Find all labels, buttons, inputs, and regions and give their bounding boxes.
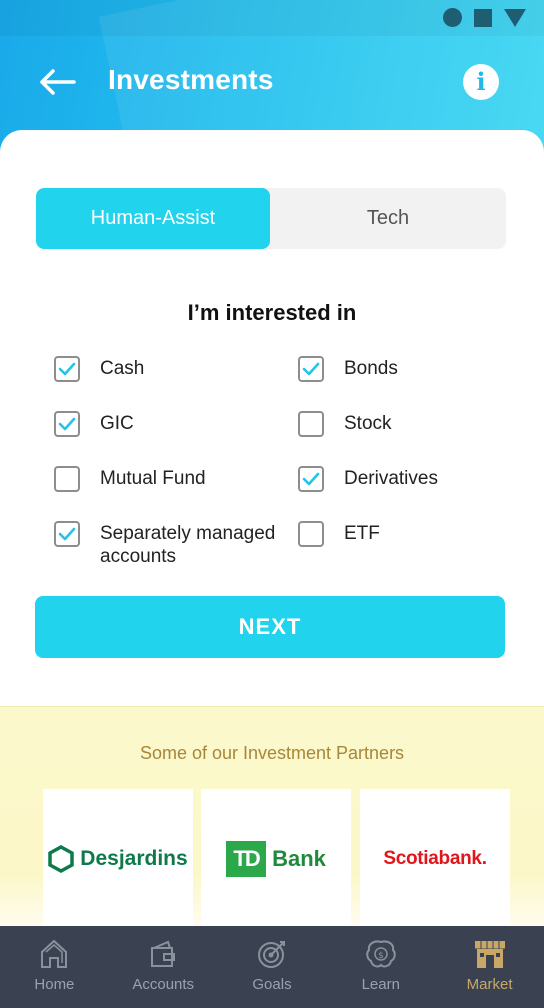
checkbox[interactable] (298, 521, 324, 547)
option-label: GIC (100, 413, 134, 434)
checkbox[interactable] (54, 466, 80, 492)
tab-label: Goals (252, 976, 292, 993)
td-logo-word: Bank (272, 846, 326, 871)
desjardins-hexagon-logo-icon (48, 845, 75, 873)
checkbox[interactable] (298, 411, 324, 437)
option-stock[interactable]: Stock (298, 411, 392, 437)
checkbox[interactable] (298, 356, 324, 382)
bottom-tab-bar: Home Accounts Goals $ Learn Market (0, 926, 544, 1008)
option-separately-managed-accounts[interactable]: Separately managed accounts (54, 521, 280, 568)
checkbox[interactable] (54, 356, 80, 382)
option-label: Stock (344, 413, 392, 434)
status-triangle-icon (504, 8, 526, 27)
option-label: Separately managed accounts (100, 523, 276, 567)
option-label: Derivatives (344, 468, 438, 489)
tab-label: Accounts (132, 976, 195, 993)
brain-icon: $ (366, 940, 396, 968)
status-bar (0, 0, 544, 36)
tab-label: Market (466, 976, 513, 993)
info-icon[interactable]: i (463, 64, 499, 100)
partner-desjardins[interactable]: Desjardins (43, 789, 193, 929)
option-derivatives[interactable]: Derivatives (298, 466, 438, 492)
partner-name: Scotiabank. (383, 848, 487, 869)
option-cash[interactable]: Cash (54, 356, 144, 382)
tab-label: Home (34, 976, 75, 993)
tab-goals[interactable]: Goals (218, 926, 327, 1008)
investment-form-card: Human-Assist Tech I’m interested in Cash… (0, 130, 544, 710)
partner-name: Desjardins (80, 847, 188, 870)
wallet-icon (151, 940, 176, 967)
partners-title: Some of our Investment Partners (139, 743, 405, 763)
option-label: Cash (100, 358, 145, 379)
svg-text:$: $ (378, 951, 384, 961)
advice-type-toggle: Human-Assist Tech (36, 188, 506, 249)
page-title: Investments (108, 64, 274, 95)
tab-human-assist[interactable]: Human-Assist (36, 188, 270, 249)
tab-accounts[interactable]: Accounts (109, 926, 218, 1008)
option-label: Mutual Fund (100, 468, 206, 489)
tab-tech[interactable]: Tech (270, 188, 506, 249)
home-icon (41, 939, 68, 968)
back-arrow-icon[interactable] (38, 66, 78, 98)
checkbox[interactable] (54, 411, 80, 437)
option-gic[interactable]: GIC (54, 411, 134, 437)
tab-market[interactable]: Market (435, 926, 544, 1008)
status-square-icon (474, 8, 492, 27)
tab-home[interactable]: Home (0, 926, 109, 1008)
status-circle-icon (443, 8, 462, 27)
option-etf[interactable]: ETF (298, 521, 380, 547)
market-icon (474, 941, 505, 968)
next-button[interactable]: NEXT (35, 596, 505, 658)
checkbox[interactable] (54, 521, 80, 547)
section-title: I’m interested in (187, 300, 357, 325)
partner-scotiabank[interactable]: Scotiabank. (360, 789, 510, 929)
checkbox[interactable] (298, 466, 324, 492)
tab-learn[interactable]: $ Learn (326, 926, 435, 1008)
tab-label: Learn (361, 976, 400, 993)
option-label: ETF (344, 523, 380, 544)
option-bonds[interactable]: Bonds (298, 356, 398, 382)
option-label: Bonds (344, 358, 398, 379)
target-icon (257, 941, 285, 968)
td-logo-mark: TD (226, 841, 267, 877)
partner-td-bank[interactable]: TD Bank (201, 789, 351, 929)
option-mutual-fund[interactable]: Mutual Fund (54, 466, 206, 492)
partners-section: Some of our Investment Partners Desjardi… (0, 706, 544, 929)
